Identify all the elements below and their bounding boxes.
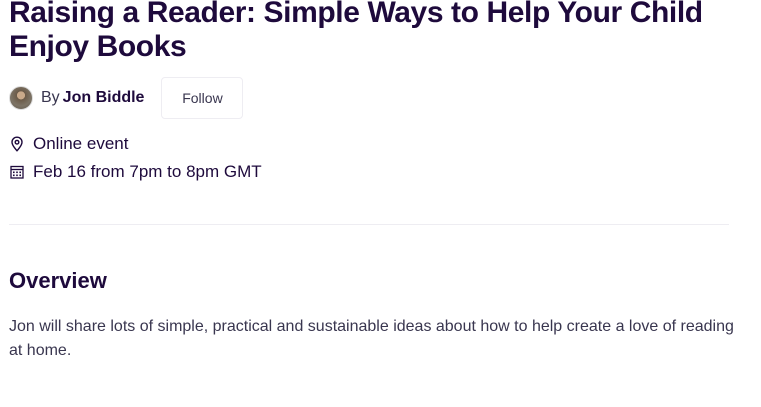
calendar-icon: [9, 164, 25, 180]
overview-body: Jon will share lots of simple, practical…: [9, 318, 734, 359]
datetime-text: Feb 16 from 7pm to 8pm GMT: [33, 162, 262, 181]
datetime-row: Feb 16 from 7pm to 8pm GMT: [9, 162, 262, 182]
event-title: Raising a Reader: Simple Ways to Help Yo…: [9, 0, 703, 63]
location-pin-icon: [9, 136, 25, 152]
location-row: Online event: [9, 134, 128, 154]
organizer-name[interactable]: Jon Biddle: [63, 89, 145, 106]
organizer-avatar[interactable]: [9, 86, 33, 110]
follow-button[interactable]: Follow: [161, 77, 244, 119]
overview-heading: Overview: [9, 268, 107, 293]
by-prefix: By: [41, 89, 60, 106]
event-page: Raising a Reader: Simple Ways to Help Yo…: [0, 0, 761, 407]
organizer-byline: By Jon Biddle: [41, 89, 144, 107]
organizer-row: By Jon Biddle Follow: [9, 77, 244, 119]
section-divider: [9, 224, 729, 225]
location-text: Online event: [33, 134, 129, 153]
